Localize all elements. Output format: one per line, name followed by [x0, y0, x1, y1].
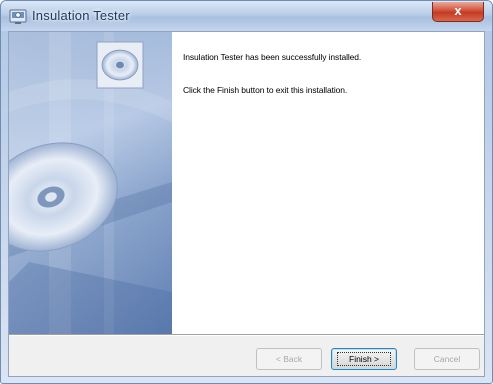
button-separator [9, 334, 484, 336]
cancel-button[interactable]: Cancel [414, 348, 480, 370]
wizard-body: Insulation Tester has been successfully … [8, 31, 485, 377]
back-button[interactable]: < Back [256, 348, 322, 370]
wizard-side-panel [9, 32, 172, 334]
finish-instruction-message: Click the Finish button to exit this ins… [183, 85, 348, 95]
side-panel-artwork [9, 32, 172, 334]
installer-app-icon [9, 9, 27, 24]
wizard-content: Insulation Tester has been successfully … [172, 32, 484, 334]
finish-button-label: Finish > [349, 354, 379, 364]
finish-button[interactable]: Finish > [331, 348, 397, 370]
install-success-message: Insulation Tester has been successfully … [183, 52, 362, 62]
title-bar[interactable]: Insulation Tester x [1, 1, 492, 31]
installer-window: Insulation Tester x Insulation Tester ha… [0, 0, 493, 384]
window-title: Insulation Tester [32, 8, 130, 23]
close-button[interactable]: x [432, 2, 484, 22]
close-icon: x [454, 3, 462, 18]
